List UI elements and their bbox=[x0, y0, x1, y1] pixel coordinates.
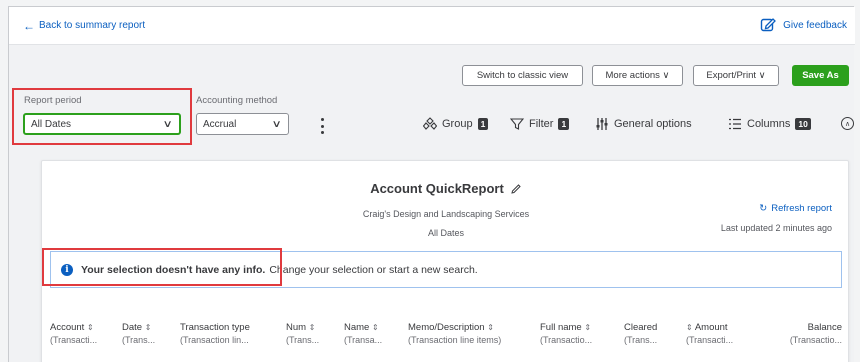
column-header-name[interactable]: Name ⇕ (Transa... bbox=[344, 321, 382, 347]
column-header-num[interactable]: Num ⇕ (Trans... bbox=[286, 321, 319, 347]
report-period-select[interactable]: All Dates ∨ bbox=[23, 113, 181, 135]
sort-icon: ⇕ bbox=[308, 323, 316, 332]
last-updated-text: Last updated 2 minutes ago bbox=[720, 223, 832, 233]
column-header-date[interactable]: Date ⇕ (Trans... bbox=[122, 321, 155, 347]
column-header-amount[interactable]: ⇕ Amount (Transacti... bbox=[686, 321, 733, 347]
group-icon bbox=[423, 117, 437, 130]
chevron-down-icon: ∨ bbox=[271, 118, 282, 130]
info-rest-text: Change your selection or start a new sea… bbox=[269, 263, 478, 276]
collapse-icon[interactable]: ∧ bbox=[841, 117, 854, 130]
report-card: Account QuickReport Craig's Design and L… bbox=[41, 160, 849, 362]
sort-icon: ⇕ bbox=[144, 323, 152, 332]
report-title: Account QuickReport bbox=[42, 181, 850, 196]
more-options-icon[interactable] bbox=[318, 115, 326, 137]
report-period-label: Report period bbox=[24, 95, 82, 106]
column-header-balance[interactable]: Balance (Transactio... bbox=[762, 321, 842, 347]
accounting-method-label: Accounting method bbox=[196, 95, 278, 106]
feedback-label: Give feedback bbox=[783, 19, 847, 31]
info-bold-text: Your selection doesn't have any info. bbox=[81, 263, 266, 276]
switch-classic-view-button[interactable]: Switch to classic view bbox=[462, 65, 583, 86]
refresh-label: Refresh report bbox=[771, 203, 832, 214]
pencil-icon[interactable] bbox=[510, 183, 522, 195]
refresh-icon: ↻ bbox=[759, 203, 768, 214]
refresh-report-link[interactable]: ↻ Refresh report bbox=[759, 203, 832, 214]
columns-label: Columns bbox=[747, 118, 791, 130]
sort-icon: ⇕ bbox=[487, 323, 494, 332]
back-link-label: Back to summary report bbox=[39, 20, 146, 31]
back-to-summary-link[interactable]: ← Back to summary report bbox=[23, 18, 146, 33]
report-period-value: All Dates bbox=[31, 118, 72, 130]
info-icon: i bbox=[61, 263, 73, 276]
columns-button[interactable]: Columns 10 bbox=[728, 117, 811, 131]
column-header-transaction-type[interactable]: Transaction type (Transaction lin... bbox=[180, 321, 250, 347]
arrow-left-icon: ← bbox=[23, 18, 35, 33]
general-options-label: General options bbox=[614, 118, 692, 130]
sort-icon: ⇕ bbox=[371, 323, 379, 332]
filter-button[interactable]: Filter 1 bbox=[510, 117, 570, 131]
group-label: Group bbox=[442, 118, 473, 130]
report-title-text: Account QuickReport bbox=[370, 181, 504, 196]
sort-icon: ⇕ bbox=[686, 323, 693, 332]
export-print-button[interactable]: Export/Print ∨ bbox=[693, 65, 779, 86]
column-header-memo[interactable]: Memo/Description ⇕ (Transaction line ite… bbox=[408, 321, 501, 347]
group-count-badge: 1 bbox=[477, 118, 489, 130]
chevron-down-icon: ∨ bbox=[162, 118, 173, 130]
filter-label: Filter bbox=[529, 118, 554, 130]
column-header-cleared[interactable]: Cleared (Trans... bbox=[624, 321, 657, 347]
columns-count-badge: 10 bbox=[795, 118, 811, 130]
columns-list-icon bbox=[729, 118, 741, 130]
accounting-method-value: Accrual bbox=[203, 118, 237, 130]
general-options-button[interactable]: General options bbox=[595, 117, 692, 131]
info-banner: i Your selection doesn't have any info. … bbox=[50, 251, 842, 288]
save-as-button[interactable]: Save As bbox=[792, 65, 849, 86]
sort-icon: ⇕ bbox=[584, 323, 592, 332]
column-header-account[interactable]: Account ⇕ (Transacti... bbox=[50, 321, 97, 347]
filter-count-badge: 1 bbox=[558, 118, 570, 130]
give-feedback-link[interactable]: Give feedback bbox=[760, 17, 847, 33]
column-header-full-name[interactable]: Full name ⇕ (Transactio... bbox=[540, 321, 592, 347]
group-button[interactable]: Group 1 bbox=[423, 117, 489, 131]
accounting-method-select[interactable]: Accrual ∨ bbox=[196, 113, 289, 135]
app-frame: ← Back to summary report Give feedback S… bbox=[8, 6, 855, 362]
filter-icon bbox=[510, 118, 524, 130]
sort-icon: ⇕ bbox=[86, 323, 94, 332]
company-name: Craig's Design and Landscaping Services bbox=[362, 209, 530, 219]
top-bar: ← Back to summary report Give feedback bbox=[9, 7, 855, 45]
more-actions-button[interactable]: More actions ∨ bbox=[592, 65, 683, 86]
sliders-icon bbox=[596, 118, 608, 130]
feedback-icon bbox=[760, 18, 776, 32]
